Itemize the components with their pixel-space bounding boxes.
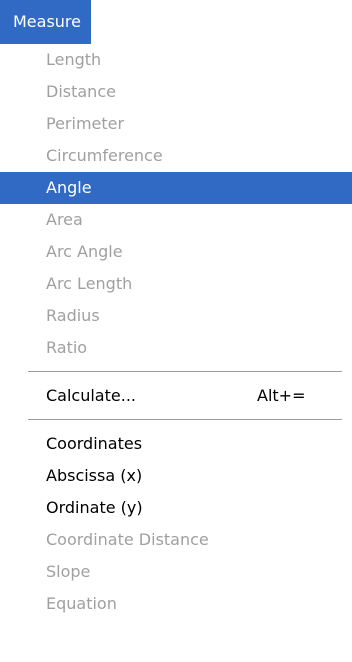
menu-separator (0, 412, 352, 428)
menu-item-length: Length (46, 50, 102, 69)
menu-item-equation: Equation (46, 594, 117, 613)
menu-item-circumference: Circumference (46, 146, 163, 165)
menu-item-slope: Slope (46, 562, 91, 581)
measure-dropdown-menu: Length Distance Perimeter Circumference … (0, 44, 352, 662)
menu-item-angle[interactable]: Angle (0, 172, 352, 204)
menu-item-perimeter: Perimeter (46, 114, 125, 133)
menu-item-ratio: Ratio (46, 338, 88, 357)
menu-item-area: Area (46, 210, 83, 229)
menu-separator (0, 364, 352, 380)
menu-item-calculate[interactable]: Calculate... Alt+= (0, 380, 352, 412)
menu-item-calculate-shortcut: Alt+= (257, 386, 306, 405)
menu-item-ordinate[interactable]: Ordinate (y) (0, 492, 352, 524)
menu-item-abscissa[interactable]: Abscissa (x) (0, 460, 352, 492)
menu-item-distance: Distance (46, 82, 116, 101)
menu-item-coordinates[interactable]: Coordinates (0, 428, 352, 460)
measure-menu-title[interactable]: Measure (0, 0, 91, 44)
menu-item-calculate-label: Calculate... (46, 386, 136, 405)
menu-item-coordinate-distance: Coordinate Distance (46, 530, 209, 549)
menu-item-radius: Radius (46, 306, 100, 325)
menu-item-arc-angle: Arc Angle (46, 242, 123, 261)
menu-item-arc-length: Arc Length (46, 274, 133, 293)
